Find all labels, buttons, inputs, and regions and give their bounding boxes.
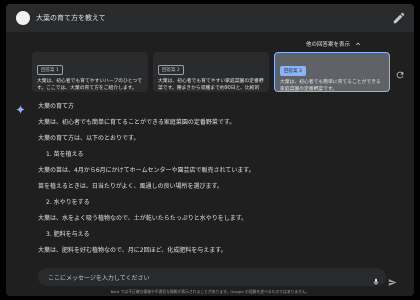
response-list-item: 1. 苗を植える: [46, 151, 84, 158]
refresh-icon[interactable]: [395, 65, 405, 79]
user-prompt-text: 大葉の育て方を教えて: [36, 14, 106, 22]
draft-badge: 回答案 1: [37, 65, 63, 75]
show-drafts-label: 他の回答案を表示: [306, 42, 351, 48]
user-avatar: [16, 11, 30, 25]
disclaimer-footer: Bard では不正確な情報や不適切な情報が表示されることがあります。Google…: [110, 289, 310, 294]
response-paragraph: 大葉の育て方は、以下のとおりです。: [38, 135, 140, 142]
chevron-up-icon: [356, 42, 361, 46]
draft-card-3[interactable]: 回答案 3 大葉は、初心者でも簡単に育てることができる家庭菜園の定番野菜です。: [274, 52, 390, 92]
response-heading: 大葉の育て方: [38, 103, 75, 110]
bard-sparkle-icon: [16, 99, 25, 114]
draft-card-2[interactable]: 回答案 2 大葉は、初心者でも育てやすい家庭菜園の定番野菜です。種まきから収穫ま…: [153, 52, 269, 92]
message-input[interactable]: ここにメッセージを入力してください: [38, 268, 386, 286]
draft-text: 大葉は、初心者でも簡単に育てることができる家庭菜園の定番野菜です。: [280, 80, 381, 92]
bard-chat-window: 大葉の育て方を教えて 他の回答案を表示 回答案 1 大葉は、初心者でも育てやすい…: [6, 4, 414, 296]
response-paragraph: 大葉は、肥料を好む植物なので、月に2回ほど、化成肥料を与えます。: [38, 247, 227, 254]
response-paragraph: 苗を植えるときは、日当たりがよく、風通しの良い場所を選びます。: [38, 183, 223, 190]
show-drafts-toggle[interactable]: 他の回答案を表示: [306, 40, 362, 48]
send-icon[interactable]: [388, 272, 397, 286]
message-input-placeholder: ここにメッセージを入力してください: [48, 275, 150, 282]
draft-text: 大葉は、初心者でも育てやすいハーブのひとつです。ここでは、大葉の育て方をご紹介し…: [37, 79, 142, 91]
draft-text: 大葉は、初心者でも育てやすい家庭菜園の定番野菜です。種まきから収穫まで約90日と…: [158, 79, 264, 91]
draft-badge: 回答案 3: [280, 66, 306, 76]
draft-card-1[interactable]: 回答案 1 大葉は、初心者でも育てやすいハーブのひとつです。ここでは、大葉の育て…: [32, 52, 148, 92]
response-paragraph: 大葉は、初心者でも簡単に育てることができる家庭菜園の定番野菜です。: [38, 119, 236, 126]
user-prompt-bar: 大葉の育て方を教えて: [6, 4, 414, 32]
pencil-icon[interactable]: [392, 10, 406, 24]
mic-icon[interactable]: [372, 272, 380, 285]
response-list-item: 2. 水やりをする: [46, 199, 90, 206]
response-list-item: 3. 肥料を与える: [46, 231, 90, 238]
response-paragraph: 大葉の苗は、4月から6月にかけてホームセンターや園芸店で販売されています。: [38, 167, 255, 174]
draft-badge: 回答案 2: [158, 65, 184, 75]
response-paragraph: 大葉は、水をよく吸う植物なので、土が乾いたらたっぷりと水やりをします。: [38, 215, 248, 222]
